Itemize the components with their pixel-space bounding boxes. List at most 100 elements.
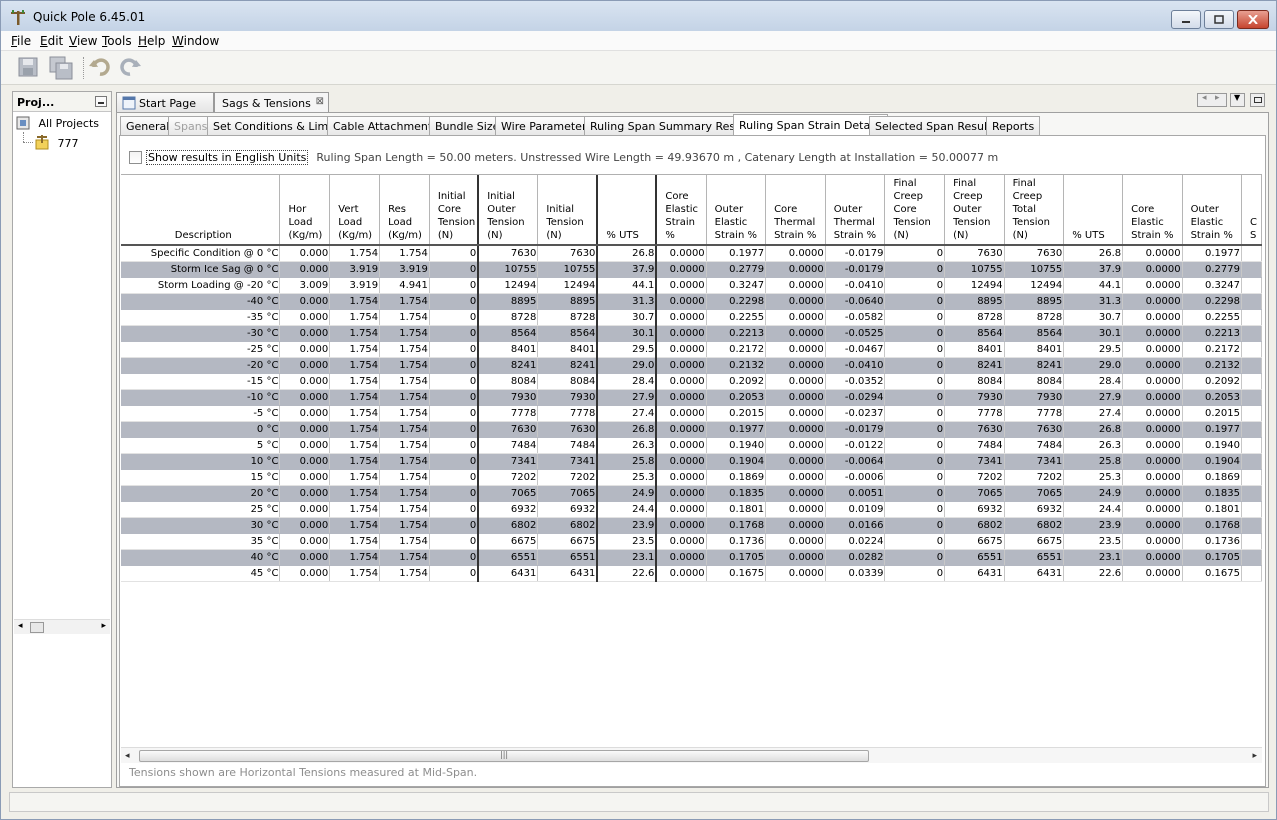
column-header[interactable]: Outer Thermal Strain % (825, 175, 886, 246)
menu-edit[interactable]: Edit (40, 34, 63, 48)
table-row[interactable]: 35 °C 0.000 1.754 1.754 0 6675 6675 23.5 0.0000 0… (121, 533, 1262, 550)
sub-tab-cable-attachments[interactable]: Cable Attachments (327, 116, 444, 136)
tree-item-all-projects[interactable]: All Projects (16, 116, 99, 130)
condition-cell: -20 °C (121, 357, 281, 374)
sub-tab-reports[interactable]: Reports (986, 116, 1041, 136)
table-row[interactable]: Specific Condition @ 0 °C 0.000 1.754 1.754… (121, 245, 1262, 262)
value-cell (1241, 309, 1262, 326)
menu-window[interactable]: Window (172, 34, 219, 48)
menu-file[interactable]: File (11, 34, 31, 48)
table-row[interactable]: 10 °C 0.000 1.754 1.754 0 7341 7341 25.8 0.0000 0… (121, 453, 1262, 470)
tab-list-button[interactable]: ▼ (1230, 93, 1245, 107)
value-cell: 1.754 (379, 453, 430, 470)
tab-start-page[interactable]: Start Page (116, 92, 214, 113)
table-row[interactable]: 5 °C 0.000 1.754 1.754 0 7484 7484 26.3 0.0000 0.… (121, 437, 1262, 454)
column-header[interactable]: Initial Tension (N) (537, 175, 599, 246)
table-row[interactable]: Storm Loading @ -20 °C 3.009 3.919 4.941 0 12… (121, 277, 1262, 294)
column-header[interactable]: Hor Load (Kg/m) (279, 175, 331, 246)
table-row[interactable]: -25 °C 0.000 1.754 1.754 0 8401 8401 29.5 0.0000… (121, 341, 1262, 358)
value-cell (1241, 501, 1262, 518)
table-row[interactable]: -20 °C 0.000 1.754 1.754 0 8241 8241 29.0 0.0000… (121, 357, 1262, 374)
minimize-button[interactable] (1171, 10, 1201, 29)
tab-scroll-buttons[interactable]: ◂ ▸ (1197, 93, 1227, 107)
column-header[interactable]: Outer Elastic Strain % (1182, 175, 1242, 246)
tree-item-777[interactable]: 777 (34, 134, 79, 150)
column-header[interactable]: Final Creep Outer Tension (N) (944, 175, 1005, 246)
tab-close-icon[interactable]: ⊠ (316, 96, 324, 107)
scroll-thumb[interactable]: ||| (139, 750, 869, 762)
sub-tab-bundle-size[interactable]: Bundle Size (429, 116, 506, 136)
english-units-label[interactable]: Show results in English Units (146, 150, 309, 165)
table-row[interactable]: -40 °C 0.000 1.754 1.754 0 8895 8895 31.3 0.0000… (121, 293, 1262, 310)
value-cell: 0 (884, 533, 946, 550)
table-row[interactable]: 40 °C 0.000 1.754 1.754 0 6551 6551 23.1 0.0000 0… (121, 549, 1262, 566)
table-row[interactable]: 0 °C 0.000 1.754 1.754 0 7630 7630 26.8 0.0000 0.… (121, 421, 1262, 438)
table-row[interactable]: 30 °C 0.000 1.754 1.754 0 6802 6802 23.9 0.0000 0… (121, 517, 1262, 534)
english-units-checkbox[interactable] (129, 151, 142, 164)
value-cell: 0.2132 (1182, 357, 1242, 374)
save-all-button[interactable] (48, 55, 74, 81)
undo-button[interactable] (88, 55, 114, 81)
column-header[interactable]: Description (121, 175, 281, 246)
value-cell: 0.1675 (1182, 565, 1242, 582)
maximize-button[interactable] (1204, 10, 1234, 29)
column-header[interactable]: C S (1241, 175, 1262, 246)
tab-sags-tensions[interactable]: Sags & Tensions ⊠ (214, 92, 329, 113)
table-row[interactable]: 45 °C 0.000 1.754 1.754 0 6431 6431 22.6 0.0000 0… (121, 565, 1262, 582)
table-row[interactable]: Storm Ice Sag @ 0 °C 0.000 3.919 3.919 0 1075… (121, 261, 1262, 278)
sub-tab-selected-span-results[interactable]: Selected Span Results (869, 116, 1004, 136)
value-cell: 1.754 (379, 245, 430, 262)
restore-panel-button[interactable] (1250, 93, 1265, 107)
column-header[interactable]: % UTS (1063, 175, 1124, 246)
column-header[interactable]: Core Elastic Strain % (656, 175, 707, 246)
tab-scroll-right-icon[interactable]: ▸ (1215, 93, 1220, 103)
value-cell: 0 (429, 517, 480, 534)
condition-cell: 10 °C (121, 453, 281, 470)
column-header[interactable]: Outer Elastic Strain % (706, 175, 767, 246)
column-header[interactable]: Initial Outer Tension (N) (478, 175, 539, 246)
close-button[interactable] (1237, 10, 1269, 29)
save-all-icon (49, 56, 73, 80)
save-button[interactable] (16, 55, 42, 81)
value-cell: 27.4 (1063, 405, 1124, 422)
table-row[interactable]: 25 °C 0.000 1.754 1.754 0 6932 6932 24.4 0.0000 0… (121, 501, 1262, 518)
scroll-left-icon[interactable]: ◂ (18, 621, 23, 631)
sub-tab-ruling-span-strain-details[interactable]: Ruling Span Strain Details (733, 114, 889, 136)
table-row[interactable]: -10 °C 0.000 1.754 1.754 0 7930 7930 27.9 0.0000… (121, 389, 1262, 406)
column-header[interactable]: Final Creep Total Tension (N) (1004, 175, 1065, 246)
column-header[interactable]: Res Load (Kg/m) (379, 175, 430, 246)
menu-tools[interactable]: Tools (102, 34, 132, 48)
scroll-right-icon[interactable]: ▸ (1252, 751, 1257, 761)
scroll-right-icon[interactable]: ▸ (101, 621, 106, 631)
table-row[interactable]: 20 °C 0.000 1.754 1.754 0 7065 7065 24.9 0.0000 0… (121, 485, 1262, 502)
menu-view[interactable]: View (69, 34, 97, 48)
panel-minimize-button[interactable] (95, 96, 107, 107)
sub-tab-wire-parameters[interactable]: Wire Parameters (495, 116, 599, 136)
table-row[interactable]: 15 °C 0.000 1.754 1.754 0 7202 7202 25.3 0.0000 0… (121, 469, 1262, 486)
column-header[interactable]: Core Thermal Strain % (765, 175, 826, 246)
tab-scroll-left-icon[interactable]: ◂ (1202, 93, 1207, 103)
column-header[interactable]: % UTS (597, 175, 658, 246)
table-row[interactable]: -5 °C 0.000 1.754 1.754 0 7778 7778 27.4 0.0000 0… (121, 405, 1262, 422)
projects-horizontal-scrollbar[interactable]: ◂ ▸ (14, 619, 110, 634)
scroll-thumb[interactable] (30, 622, 44, 633)
column-header[interactable]: Core Elastic Strain % (1122, 175, 1183, 246)
table-horizontal-scrollbar[interactable]: ◂ ||| ▸ (121, 747, 1262, 763)
scroll-left-icon[interactable]: ◂ (125, 751, 130, 761)
value-cell: 0.2213 (1182, 325, 1242, 342)
menu-help[interactable]: Help (138, 34, 165, 48)
value-cell: 0.2132 (706, 357, 767, 374)
column-header[interactable]: Final Creep Core Tension (N) (884, 175, 946, 246)
table-row[interactable]: -35 °C 0.000 1.754 1.754 0 8728 8728 30.7 0.0000… (121, 309, 1262, 326)
column-header[interactable]: Vert Load (Kg/m) (329, 175, 381, 246)
value-cell: 0.1904 (706, 453, 767, 470)
value-cell: 28.4 (1063, 373, 1124, 390)
value-cell: -0.0467 (825, 341, 886, 358)
value-cell: 23.1 (1063, 549, 1124, 566)
value-cell: 0.0000 (656, 565, 707, 582)
column-header[interactable]: Initial Core Tension (N) (429, 175, 480, 246)
table-row[interactable]: -30 °C 0.000 1.754 1.754 0 8564 8564 30.1 0.0000… (121, 325, 1262, 342)
value-cell: 27.9 (1063, 389, 1124, 406)
redo-button[interactable] (118, 55, 144, 81)
table-row[interactable]: -15 °C 0.000 1.754 1.754 0 8084 8084 28.4 0.0000… (121, 373, 1262, 390)
